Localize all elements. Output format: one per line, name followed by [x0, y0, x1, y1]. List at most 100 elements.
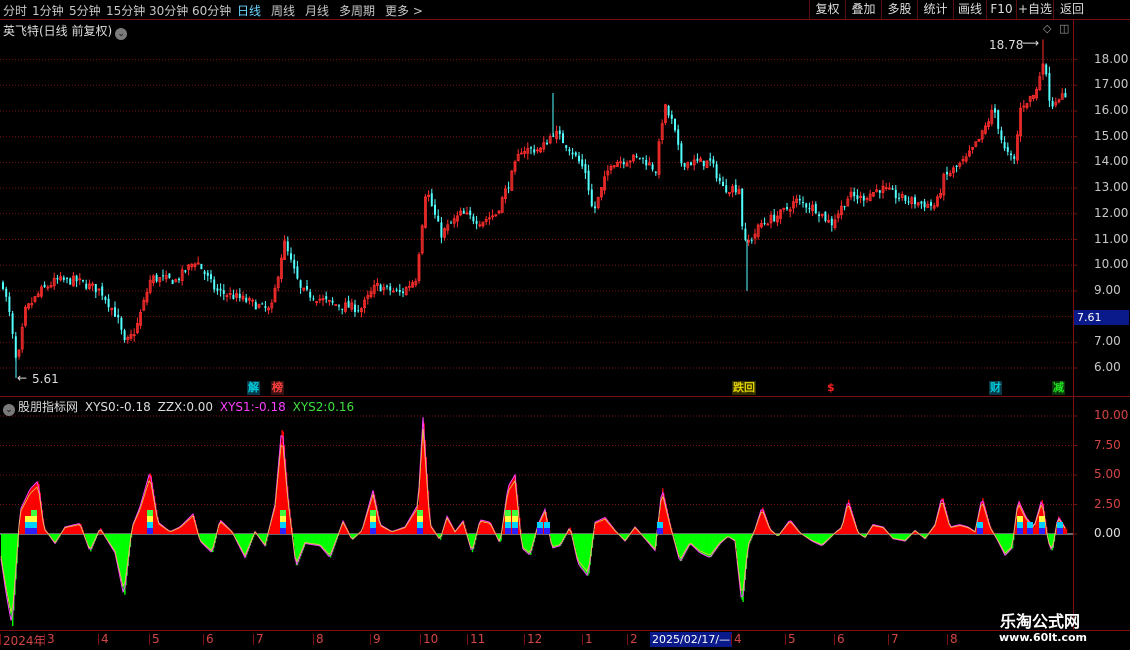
date-label: 2 [627, 632, 638, 646]
indicator-name: 股朋指标网 [18, 400, 79, 414]
cursor-date-tag: 2025/02/17/— [650, 632, 733, 647]
marker-fall-back[interactable]: 跌回 [732, 381, 756, 395]
date-label: 6 [203, 632, 214, 646]
xys0-label: XYS0: [84, 400, 120, 414]
signal-block-blue [505, 528, 511, 534]
signal-block-blue [370, 528, 376, 534]
price-pane: 英飞特(日线 前复权) ⌄ ◇ ◫ [0, 20, 1130, 397]
positive-bar [1065, 528, 1068, 534]
signal-block-green [147, 510, 153, 516]
signal-block-yellow [1017, 516, 1023, 522]
date-label: 8 [947, 632, 958, 646]
date-label: 7 [888, 632, 899, 646]
signal-block-blue [1039, 528, 1045, 534]
diamond-icon[interactable]: ◇ [1043, 22, 1051, 35]
signal-block-cyan [1027, 522, 1033, 528]
indicator-tick-label: 10.00 [1094, 408, 1129, 422]
low-price-label: 5.61 [32, 372, 59, 386]
date-label: 4 [98, 632, 109, 646]
stock-title: 英飞特(日线 前复权) [3, 24, 113, 38]
signal-block-cyan [505, 522, 511, 528]
xys1-label: XYS1: [219, 400, 255, 414]
marker-reduce[interactable]: 减 [1052, 381, 1065, 395]
indicator-tick-label: 0.00 [1094, 526, 1121, 540]
current-price-tag: 7.61 [1074, 310, 1129, 325]
date-label: 7 [253, 632, 264, 646]
date-label: 1 [582, 632, 593, 646]
high-price-label: 18.78 [989, 38, 1024, 52]
signal-block-blue [977, 528, 983, 534]
indicator-tick-label: 7.50 [1094, 437, 1121, 452]
date-label: 2024年 [0, 634, 46, 648]
signal-block-cyan [657, 522, 663, 528]
date-axis: 2024年 3 4 5 6 7 8 9 10 11 12 1 2 2025/02… [0, 630, 1130, 650]
zzx-label: ZZX: [157, 400, 187, 414]
pane-toggle-icon[interactable]: ◫ [1059, 22, 1069, 35]
signal-block-blue [31, 528, 37, 534]
date-label: 6 [834, 632, 845, 646]
date-label: 12 [523, 632, 543, 646]
signal-block-green [512, 510, 518, 516]
signal-block-green [505, 510, 511, 516]
signal-block-cyan [977, 522, 983, 528]
signal-block-green [31, 510, 37, 516]
signal-block-green [370, 510, 376, 516]
signal-block-cyan [512, 522, 518, 528]
signal-block-green [280, 510, 286, 516]
signal-block-blue [657, 528, 663, 534]
date-label: 11 [466, 632, 486, 646]
price-tick-label: 13.00 [1094, 180, 1129, 195]
signal-block-yellow [31, 516, 37, 522]
xys2-line [0, 428, 1066, 612]
zzx-value: 0.00 [186, 400, 214, 414]
signal-block-cyan [537, 522, 543, 528]
price-tick-label: 7.00 [1094, 334, 1121, 349]
marker-ranking[interactable]: 榜 [271, 381, 284, 395]
signal-block-cyan [280, 522, 286, 528]
signal-block-blue [537, 528, 543, 534]
xys0-value: -0.18 [119, 400, 151, 414]
price-tick-label: 18.00 [1094, 51, 1129, 66]
price-tick-label: 14.00 [1094, 154, 1129, 169]
price-tick-label: 11.00 [1094, 231, 1129, 246]
marker-dollar[interactable]: $ [826, 381, 836, 395]
indicator-series [0, 417, 1068, 627]
signal-block-green [417, 510, 423, 516]
signal-block-blue [417, 528, 423, 534]
marker-unlock[interactable]: 解 [247, 381, 260, 395]
signal-block-yellow [512, 516, 518, 522]
xys1-line [0, 417, 1066, 621]
signal-block-cyan [147, 522, 153, 528]
signal-block-blue [25, 528, 31, 534]
signal-block-blue [1027, 528, 1033, 534]
signal-block-blue [147, 528, 153, 534]
indicator-grid [0, 415, 1077, 535]
signal-block-yellow [1039, 516, 1045, 522]
signal-block-blue [280, 528, 286, 534]
signal-block-cyan [1039, 522, 1045, 528]
signal-block-yellow [417, 516, 423, 522]
marker-finance[interactable]: 财 [989, 381, 1002, 395]
date-label: 3 [44, 632, 55, 646]
xys2-label: XYS2: [292, 400, 328, 414]
signal-block-cyan [370, 522, 376, 528]
signal-block-yellow [147, 516, 153, 522]
price-tick-label: 12.00 [1094, 205, 1129, 220]
date-label: 8 [313, 632, 324, 646]
signal-block-yellow [25, 516, 31, 522]
chevron-down-icon[interactable]: ⌄ [115, 28, 128, 40]
indicator-tick-label: 2.50 [1094, 496, 1121, 511]
arrow-right-icon: ⟶ [1022, 36, 1040, 50]
watermark-url: www.60lt.com [999, 631, 1088, 644]
indicator-tick-label: 5.00 [1094, 467, 1121, 481]
xys2-value: 0.16 [327, 400, 355, 414]
date-label: 5 [785, 632, 796, 646]
price-tick-label: 15.00 [1094, 128, 1129, 143]
signal-block-blue [1017, 528, 1023, 534]
signal-block-blue [544, 528, 550, 534]
date-label: 5 [149, 632, 160, 646]
price-tick-label: 6.00 [1094, 360, 1121, 374]
watermark-title: 乐淘公式网 [1000, 612, 1081, 631]
chevron-down-icon[interactable]: ⌄ [3, 404, 15, 416]
arrow-left-icon: ← [17, 371, 28, 385]
